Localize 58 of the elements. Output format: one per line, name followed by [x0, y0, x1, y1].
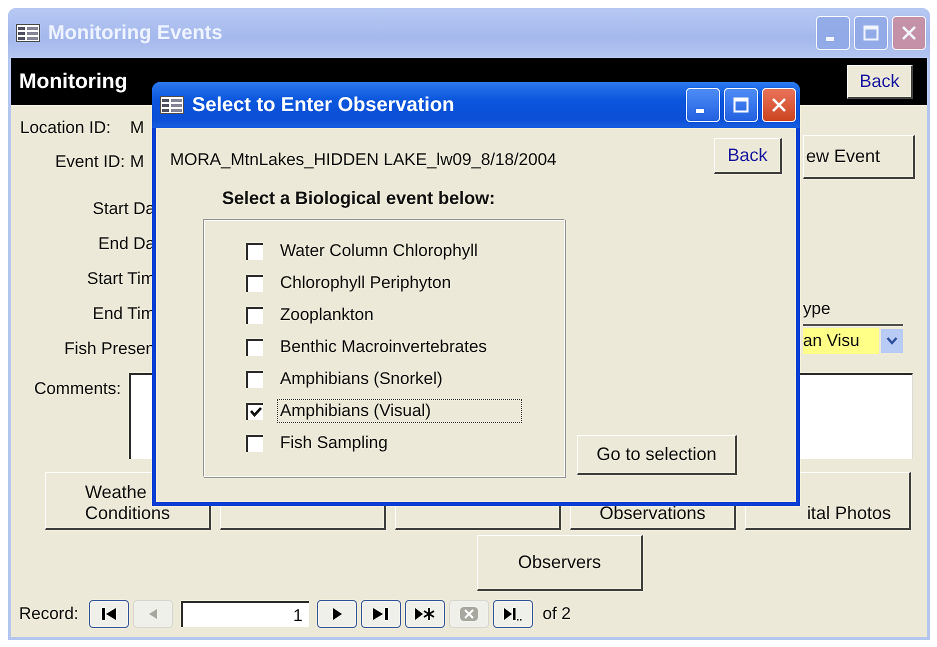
checkbox[interactable]	[246, 242, 263, 260]
checkbox[interactable]	[246, 306, 263, 324]
field-label: ype	[803, 299, 830, 319]
dialog-title: Select to Enter Observation	[192, 94, 456, 116]
field-value: M	[129, 152, 144, 172]
close-button[interactable]	[762, 88, 796, 122]
last-more-icon	[502, 606, 524, 622]
last-record-button[interactable]	[360, 600, 401, 628]
option-label[interactable]: Chlorophyll Periphyton	[277, 271, 454, 295]
checkbox[interactable]	[246, 402, 263, 420]
option-label[interactable]: Fish Sampling	[277, 431, 391, 455]
new-record-icon	[414, 606, 436, 622]
minimize-button[interactable]	[686, 88, 720, 122]
next-record-button[interactable]	[316, 600, 357, 628]
option-label[interactable]: Benthic Macroinvertebrates	[277, 335, 490, 359]
form-icon	[160, 96, 184, 114]
option-label[interactable]: Water Column Chlorophyll	[277, 239, 481, 263]
checkbox[interactable]	[246, 338, 263, 356]
option-label[interactable]: Zooplankton	[277, 303, 377, 327]
minimize-icon	[826, 37, 834, 41]
go-to-selection-button[interactable]: Go to selection	[577, 435, 737, 475]
delete-icon	[458, 606, 480, 622]
form-icon	[16, 24, 40, 42]
checkbox[interactable]	[246, 370, 263, 388]
record-label: Record:	[19, 604, 79, 624]
chevron-down-icon	[886, 336, 898, 346]
checkbox[interactable]	[246, 274, 263, 292]
field-label: Event ID:	[54, 152, 125, 172]
option-label[interactable]: Amphibians (Visual)	[277, 399, 522, 423]
back-button[interactable]: Back	[847, 64, 913, 98]
window-title: Monitoring Events	[48, 22, 224, 44]
close-icon	[771, 97, 787, 113]
checkbox[interactable]	[246, 434, 263, 452]
form-title: Monitoring	[19, 70, 128, 94]
minimize-icon	[696, 109, 704, 113]
button-label: Weathe	[84, 482, 147, 504]
record-count: of 2	[542, 604, 571, 624]
observers-button[interactable]: Observers	[477, 535, 643, 591]
back-button[interactable]: Back	[714, 138, 782, 174]
field-value: M	[129, 118, 144, 138]
option-label[interactable]: Amphibians (Snorkel)	[277, 367, 446, 391]
button-label: Conditions	[84, 503, 170, 525]
field-label: Comments:	[33, 379, 122, 399]
first-record-button[interactable]	[88, 600, 129, 628]
close-icon	[901, 25, 917, 41]
maximize-icon	[863, 25, 879, 41]
event-name: MORA_MtnLakes_HIDDEN LAKE_lw09_8/18/2004	[170, 149, 556, 170]
button-label: Observations	[599, 503, 706, 525]
field-label: Location ID:	[19, 118, 112, 138]
type-dropdown[interactable]: an Visu	[803, 324, 903, 356]
record-number-field[interactable]: 1	[180, 601, 309, 627]
new-record-button[interactable]	[404, 600, 445, 628]
button-label: ital Photos	[806, 503, 891, 525]
prompt-text: Select a Biological event below:	[222, 188, 496, 209]
end-record-button[interactable]	[492, 600, 533, 628]
maximize-button[interactable]	[724, 88, 758, 122]
maximize-icon	[733, 97, 749, 113]
new-event-button[interactable]: ew Event	[803, 135, 915, 179]
